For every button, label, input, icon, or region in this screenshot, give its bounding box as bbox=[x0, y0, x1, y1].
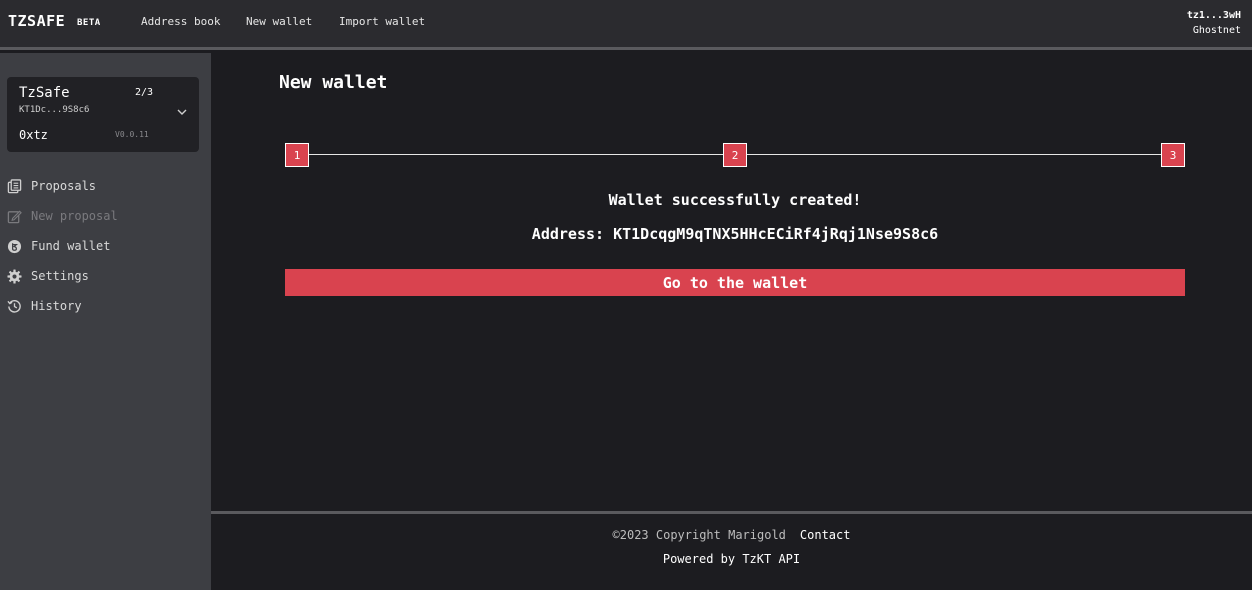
top-bar: TZSAFE BETA Address book New wallet Impo… bbox=[0, 0, 1252, 50]
wallet-version: V0.0.11 bbox=[115, 130, 149, 139]
go-to-wallet-button[interactable]: Go to the wallet bbox=[285, 269, 1185, 296]
account-menu[interactable]: tz1...3wH Ghostnet bbox=[1187, 8, 1241, 38]
wallet-threshold: 2/3 bbox=[135, 87, 154, 98]
sidebar-item-label: New proposal bbox=[31, 209, 118, 223]
gear-icon bbox=[7, 268, 22, 284]
nav-address-book[interactable]: Address book bbox=[141, 15, 220, 28]
wallet-address-line: Address: KT1DcqgM9qTNX5HHcECiRf4jRqj1Nse… bbox=[531, 225, 939, 243]
contact-link[interactable]: Contact bbox=[800, 528, 851, 542]
proposals-icon bbox=[7, 178, 22, 193]
sidebar-item-settings[interactable]: Settings bbox=[7, 266, 89, 286]
sidebar-item-label: History bbox=[31, 299, 82, 313]
wallet-selector[interactable]: TzSafe 2/3 KT1Dc...9S8c6 0xtz V0.0.11 bbox=[7, 77, 199, 152]
beta-badge: BETA bbox=[77, 18, 101, 28]
footer-divider bbox=[211, 511, 1252, 514]
nav-import-wallet[interactable]: Import wallet bbox=[339, 15, 425, 28]
sidebar-item-label: Settings bbox=[31, 269, 89, 283]
wallet-name: TzSafe bbox=[19, 85, 70, 101]
sidebar-item-label: Proposals bbox=[31, 179, 97, 193]
footer: ©2023 Copyright Marigold Contact bbox=[211, 528, 1252, 542]
step-indicator: 1 bbox=[285, 143, 309, 167]
page-title: New wallet bbox=[279, 72, 388, 93]
sidebar-item-proposals[interactable]: Proposals bbox=[7, 176, 96, 196]
sidebar: TzSafe 2/3 KT1Dc...9S8c6 0xtz V0.0.11 Pr… bbox=[0, 53, 211, 590]
copyright-text: ©2023 Copyright Marigold bbox=[612, 528, 786, 542]
sidebar-item-new-proposal[interactable]: New proposal bbox=[7, 206, 118, 226]
powered-by-link[interactable]: Powered by TzKT API bbox=[211, 552, 1252, 566]
sidebar-item-history[interactable]: History bbox=[7, 296, 82, 316]
brand-logo[interactable]: TZSAFE bbox=[8, 12, 65, 30]
history-icon bbox=[7, 299, 21, 313]
sidebar-item-label: Fund wallet bbox=[31, 239, 111, 253]
chevron-down-icon[interactable] bbox=[177, 108, 187, 116]
network-name: Ghostnet bbox=[1192, 25, 1241, 36]
tezos-coin-icon bbox=[7, 239, 22, 253]
pencil-icon bbox=[7, 210, 22, 223]
account-address: tz1...3wH bbox=[1186, 10, 1241, 21]
nav-new-wallet[interactable]: New wallet bbox=[246, 15, 312, 28]
step-indicator: 3 bbox=[1161, 143, 1185, 167]
wallet-address: KT1Dc...9S8c6 bbox=[19, 105, 90, 115]
success-message: Wallet successfully created! bbox=[608, 191, 862, 209]
sidebar-item-fund-wallet[interactable]: Fund wallet bbox=[7, 236, 110, 256]
wallet-balance: 0xtz bbox=[19, 128, 48, 142]
step-indicator: 2 bbox=[723, 143, 747, 167]
